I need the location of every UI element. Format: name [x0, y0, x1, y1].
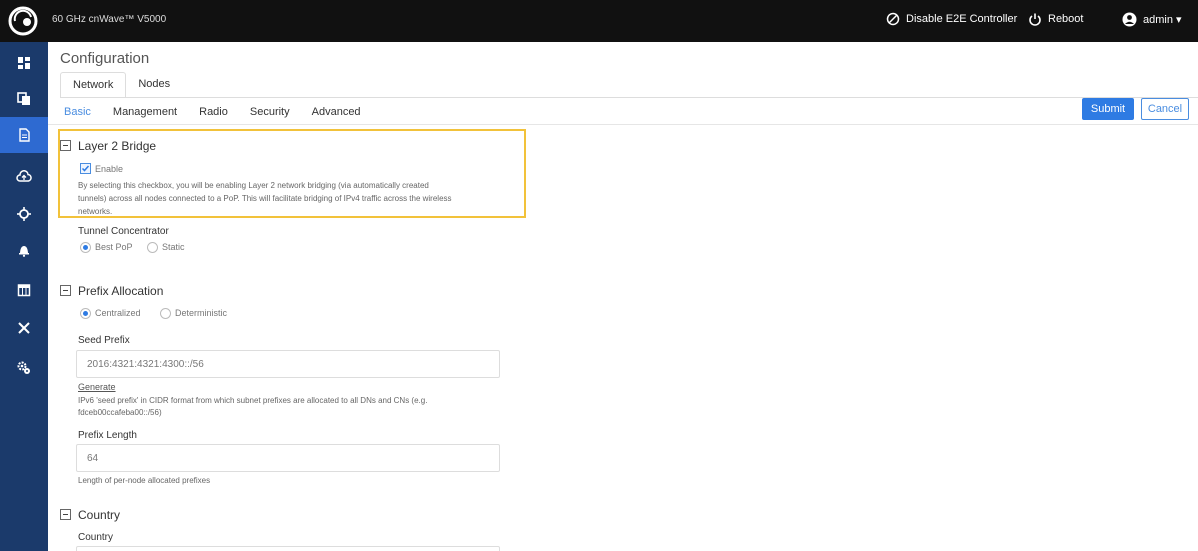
country-collapse-toggle[interactable] — [60, 509, 71, 520]
user-label: admin ▾ — [1143, 14, 1182, 26]
reboot-button[interactable]: Reboot — [1028, 12, 1083, 26]
tunnel-best-pop-label: Best PoP — [95, 242, 133, 252]
prefix-centralized-label: Centralized — [95, 308, 141, 318]
subtab-divider — [48, 124, 1198, 125]
product-name: 60 GHz cnWave™ V5000 — [52, 14, 167, 25]
user-icon — [1122, 12, 1137, 27]
page-title: Configuration — [60, 50, 150, 67]
reboot-label: Reboot — [1048, 13, 1084, 25]
sidebar — [0, 42, 48, 551]
tunnel-best-pop-radio[interactable] — [80, 242, 91, 253]
seed-prefix-help-1: IPv6 'seed prefix' in CIDR format from w… — [78, 396, 428, 405]
submit-button[interactable]: Submit — [1082, 98, 1134, 120]
enable-label: Enable — [95, 164, 124, 174]
sidebar-item-settings[interactable] — [0, 350, 48, 386]
sidebar-item-dashboard[interactable] — [0, 45, 48, 81]
tunnel-static-radio[interactable] — [147, 242, 158, 253]
disable-e2e-button[interactable]: Disable E2E Controller — [886, 12, 1017, 26]
crosshair-icon — [17, 207, 31, 221]
subtab-bar: Basic Management Radio Security Advanced — [64, 106, 361, 118]
layer2-description-1: By selecting this checkbox, you will be … — [78, 181, 429, 190]
layer2-collapse-toggle[interactable] — [60, 140, 71, 151]
country-title: Country — [78, 508, 121, 522]
seed-prefix-help-2: fdceb00ccafeba00::/56) — [78, 408, 162, 417]
layer2-description-2: tunnels) across all nodes connected to a… — [78, 194, 452, 203]
subtab-advanced[interactable]: Advanced — [312, 106, 361, 118]
disable-icon — [886, 12, 900, 26]
calendar-icon — [17, 284, 31, 297]
copy-icon — [17, 92, 30, 105]
tab-network[interactable]: Network — [60, 72, 127, 98]
sidebar-item-cloud[interactable] — [0, 159, 48, 195]
subtab-management[interactable]: Management — [113, 106, 177, 118]
prefix-length-label: Prefix Length — [78, 430, 137, 441]
main-content: Configuration Network Nodes Basic Manage… — [48, 42, 1198, 551]
power-icon — [1029, 13, 1041, 26]
tab-nodes[interactable]: Nodes — [126, 72, 182, 98]
dashboard-icon — [18, 57, 30, 69]
sidebar-item-configuration[interactable] — [0, 117, 48, 153]
sidebar-item-tools[interactable] — [0, 310, 48, 346]
sidebar-item-calendar[interactable] — [0, 272, 48, 308]
gears-icon — [17, 361, 30, 374]
enable-checkbox[interactable] — [80, 163, 91, 174]
country-select[interactable] — [76, 546, 500, 551]
subtab-basic[interactable]: Basic — [64, 106, 91, 118]
subtab-security[interactable]: Security — [250, 106, 290, 118]
prefix-collapse-toggle[interactable] — [60, 285, 71, 296]
user-menu[interactable]: admin ▾ — [1122, 12, 1182, 27]
tools-icon — [18, 322, 30, 334]
cloud-icon — [16, 170, 32, 182]
tunnel-static-label: Static — [162, 242, 185, 252]
document-icon — [19, 128, 30, 142]
subtab-radio[interactable]: Radio — [199, 106, 228, 118]
generate-link[interactable]: Generate — [78, 382, 116, 392]
tunnel-concentrator-label: Tunnel Concentrator — [78, 226, 169, 237]
logo-icon — [8, 6, 38, 36]
top-bar: 60 GHz cnWave™ V5000 Disable E2E Control… — [0, 0, 1198, 42]
prefix-deterministic-radio[interactable] — [160, 308, 171, 319]
prefix-centralized-radio[interactable] — [80, 308, 91, 319]
prefix-title: Prefix Allocation — [78, 284, 164, 298]
bell-icon — [19, 246, 29, 257]
prefix-length-input[interactable]: 64 — [76, 444, 500, 472]
sidebar-item-target[interactable] — [0, 196, 48, 232]
prefix-length-help: Length of per-node allocated prefixes — [78, 476, 211, 485]
prefix-deterministic-label: Deterministic — [175, 308, 228, 318]
cancel-button[interactable]: Cancel — [1141, 98, 1189, 120]
layer2-title: Layer 2 Bridge — [78, 139, 157, 153]
tab-divider — [60, 97, 1198, 98]
checkmark-icon — [81, 165, 90, 172]
sidebar-item-alerts[interactable] — [0, 232, 48, 268]
sidebar-item-copy[interactable] — [0, 81, 48, 117]
layer2-description-3: networks. — [78, 207, 113, 216]
seed-prefix-input[interactable]: 2016:4321:4321:4300::/56 — [76, 350, 500, 378]
disable-e2e-label: Disable E2E Controller — [906, 13, 1018, 25]
country-label: Country — [78, 532, 114, 543]
tab-bar: Network Nodes — [60, 72, 182, 98]
seed-prefix-label: Seed Prefix — [78, 335, 130, 346]
